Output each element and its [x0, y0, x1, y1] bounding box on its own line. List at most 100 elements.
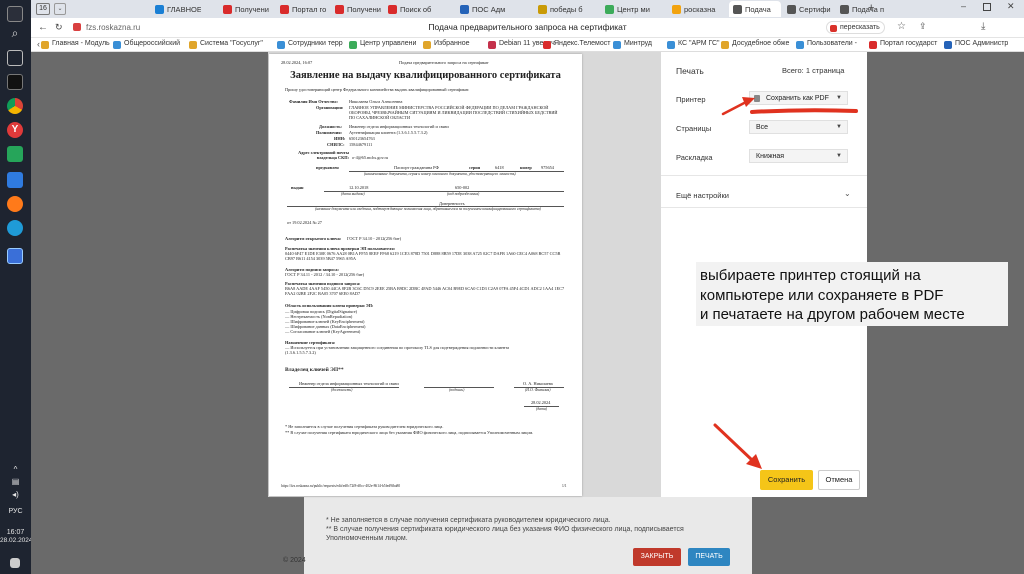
menu-icon[interactable]: ‹ — [37, 39, 40, 49]
messenger-icon[interactable] — [7, 146, 23, 162]
browser-tab[interactable]: победы б — [534, 1, 584, 17]
caption-date: (дата) — [536, 407, 548, 411]
background-footnote-1: * Не заполняется в случае получения серт… — [326, 517, 611, 524]
bookmark-item[interactable]: Центр управлени — [349, 40, 416, 49]
doc-header-title: Подача предварительного запроса на серти… — [399, 60, 489, 65]
window-minimize-icon[interactable]: – — [961, 1, 966, 11]
browser-tab[interactable]: Получени — [219, 1, 269, 17]
position-value: Инженер отдела информационных технологий… — [349, 124, 449, 129]
chevron-down-icon: ▼ — [836, 153, 842, 159]
search-icon[interactable]: ⌕ — [7, 26, 23, 42]
translate-label: пересказать — [840, 24, 880, 31]
doc-header-date: 28.02.2024, 16:07 — [281, 60, 313, 65]
share-icon[interactable]: ⇪ — [919, 21, 927, 32]
save-button[interactable]: Сохранить — [760, 470, 813, 490]
tray-network-icon[interactable]: ▤ — [0, 477, 31, 486]
tray-sound-icon[interactable]: ◂) — [0, 490, 31, 499]
browser-tab[interactable]: Подача п — [836, 1, 886, 17]
printer-value: Сохранить как PDF — [766, 95, 829, 102]
clock-date[interactable]: 28.02.2024 — [0, 537, 33, 544]
bookmark-item[interactable]: Пользователи - — [796, 40, 857, 49]
bookmark-item[interactable]: Портал государст — [869, 40, 937, 49]
browser-tab[interactable]: Поиск об — [384, 1, 434, 17]
tab-favicon-icon — [280, 5, 289, 14]
bookmark-item[interactable]: Минтруд — [613, 40, 652, 49]
print-button[interactable]: ПЕЧАТЬ — [688, 548, 730, 566]
inn-label: ИНН: — [334, 136, 346, 141]
pages-value: Все — [756, 124, 769, 131]
purpose-value: — Используется при установлении защищенн… — [285, 345, 510, 356]
chrome-icon[interactable] — [7, 98, 23, 114]
chevron-down-icon[interactable]: ⌄ — [844, 189, 851, 198]
translate-button[interactable]: пересказать — [826, 21, 885, 34]
cancel-button[interactable]: Отмена — [818, 470, 860, 490]
bookmark-favicon-icon — [189, 41, 197, 49]
more-settings-toggle[interactable]: Ещё настройки — [676, 191, 729, 200]
inn-value: 650123654763 — [349, 136, 375, 141]
bookmark-item[interactable]: Главная - Модуль — [41, 40, 110, 49]
bookmark-label: Общероссийский — [124, 40, 181, 47]
tab-counter[interactable]: 16 — [36, 3, 50, 15]
background-footnote-2: ** В случае получения сертификата юридич… — [326, 526, 684, 542]
owner-date: 28.02.2024 — [531, 400, 551, 405]
terminal-icon[interactable] — [7, 74, 23, 90]
yandex-browser-icon[interactable]: Y — [7, 122, 23, 138]
calendar-icon[interactable] — [7, 172, 23, 188]
tab-active[interactable]: Подача — [729, 1, 781, 17]
bookmark-star-icon[interactable]: ☆ — [897, 21, 906, 32]
layout-select[interactable]: Книжная ▼ — [749, 149, 848, 163]
pages-select[interactable]: Все ▼ — [749, 120, 848, 134]
doc-intro: Прошу удостоверяющий центр Федерального … — [285, 87, 470, 92]
algorithm-label: Алгоритм открытого ключа: — [285, 236, 342, 241]
window-maximize-icon[interactable] — [983, 3, 991, 11]
tab-label: победы б — [550, 5, 583, 14]
app-icon[interactable] — [7, 248, 23, 264]
caption-fio: (И.О. Фамилия) — [525, 388, 551, 392]
browser-tab[interactable]: Портал го — [276, 1, 326, 17]
public-key-value: 0440 6F47 E1DE E30E 0676 AA28 0B1A FF55 … — [285, 251, 561, 262]
start-icon[interactable] — [7, 6, 23, 22]
language-indicator[interactable]: РУС — [0, 508, 31, 515]
bookmark-label: Избранное — [434, 40, 470, 47]
bookmark-item[interactable]: Сотрудники терр — [277, 40, 343, 49]
clock-time[interactable]: 16:07 — [0, 529, 31, 536]
bookmark-item[interactable]: Избранное — [423, 40, 470, 49]
close-button[interactable]: ЗАКРЫТЬ — [633, 548, 681, 566]
browser-tab[interactable]: росказна — [668, 1, 718, 17]
bookmark-item[interactable]: Досудебное обже — [721, 40, 789, 49]
bookmark-item[interactable]: Яндекс.Телемост — [543, 40, 610, 49]
bookmark-item[interactable]: ПОС Администр — [944, 40, 1008, 49]
bookmark-label: Пользователи - — [807, 40, 857, 47]
printer-select[interactable]: Сохранить как PDF ▼ — [749, 91, 848, 105]
browser-tab[interactable]: ПОС Адм — [456, 1, 506, 17]
window-close-icon[interactable]: ✕ — [1007, 1, 1015, 12]
bookmark-label: КС "АРМ ГС" — [678, 40, 720, 47]
bookmark-favicon-icon — [113, 41, 121, 49]
task-view-icon[interactable] — [7, 50, 23, 66]
browser-tab[interactable]: Центр ми — [601, 1, 651, 17]
tray-chevron-icon[interactable]: ^ — [0, 465, 31, 474]
caption-position: (должность) — [331, 388, 353, 392]
tabs-menu-icon[interactable]: ⌄ — [54, 3, 66, 15]
new-tab-button[interactable]: + — [868, 2, 874, 14]
tab-label: Получени — [235, 5, 269, 14]
tab-favicon-icon — [840, 5, 849, 14]
firefox-icon[interactable] — [7, 196, 23, 212]
bookmark-item[interactable]: Общероссийский — [113, 40, 181, 49]
series-label: серия — [469, 165, 481, 170]
browser-tab[interactable]: Сертифи — [783, 1, 833, 17]
downloads-icon[interactable]: ⤓ — [981, 21, 985, 32]
chevron-down-icon: ▼ — [836, 124, 842, 130]
address-bar: ← ↻ fzs.roskazna.ru Подача предварительн… — [31, 18, 1024, 38]
browser-tab[interactable]: Получени — [331, 1, 381, 17]
tab-label: росказна — [684, 5, 716, 14]
notifications-icon[interactable] — [10, 558, 20, 568]
bookmark-item[interactable]: Система "Госуслуг" — [189, 40, 263, 49]
browser-tab[interactable]: ГЛАВНОЕ — [151, 1, 201, 17]
edge-icon[interactable] — [7, 220, 23, 236]
tab-favicon-icon — [672, 5, 681, 14]
signature-algorithm-value: ГОСТ Р 34.11 - 2012 / 34.10 - 2012(256 б… — [285, 272, 365, 277]
callout-line-2: компьютере или сохраняете в PDF — [700, 286, 944, 304]
bookmark-item[interactable]: КС "АРМ ГС" — [667, 40, 720, 49]
bookmark-label: Главная - Модуль — [52, 40, 110, 47]
